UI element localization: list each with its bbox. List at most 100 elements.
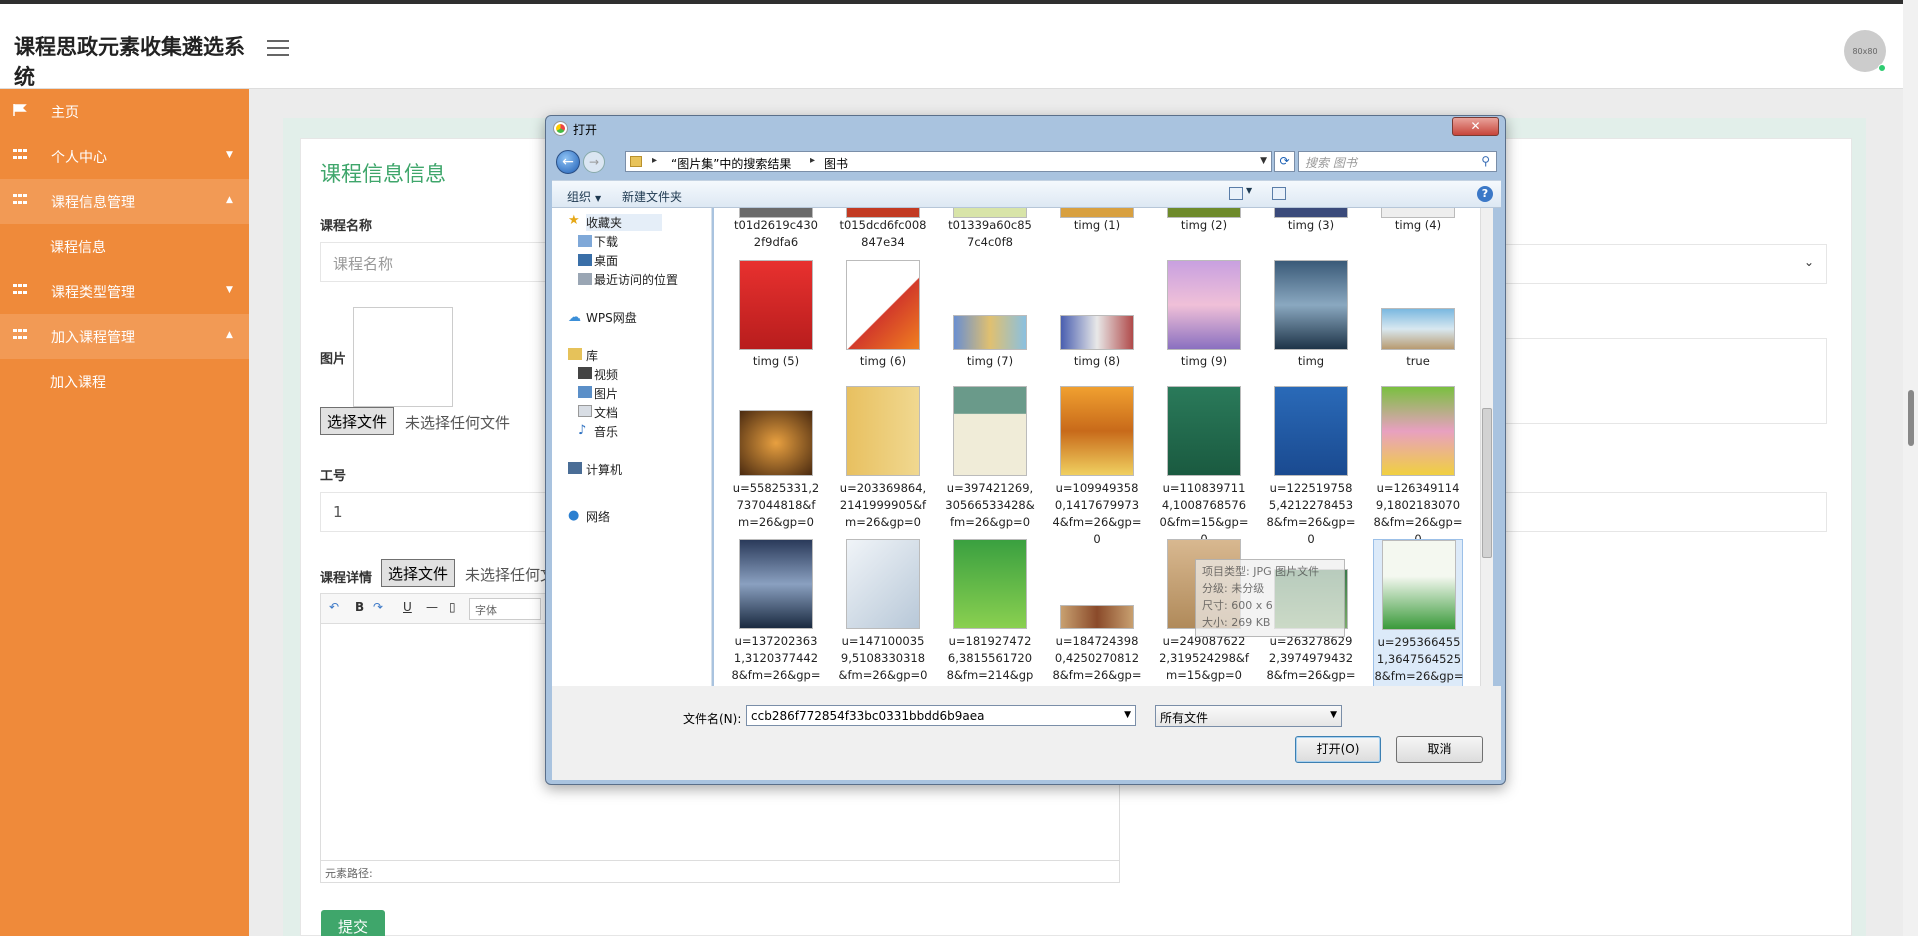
sidebar-item-join-course-management[interactable]: 加入课程管理 ▲ [0,314,249,359]
file-item[interactable]: t015dcd6fc008847e34 [838,208,928,252]
file-thumbnail [739,410,813,476]
sidebar: 主页 个人中心 ▼ 课程信息管理 ▲ 课程信息 课程类型管理 ▼ 加入课程管理 … [0,89,249,936]
new-folder-button[interactable]: 新建文件夹 [622,188,682,205]
nav-desktop[interactable]: 桌面 [594,252,618,269]
address-bar[interactable]: ▸ “图片集”中的搜索结果 ▸ 图书 ▼ [625,151,1272,172]
page-scrollbar[interactable] [1903,0,1918,936]
filename-input[interactable]: ccb286f772854f33bc0331bbdd6b9aea ▼ [746,705,1136,726]
nav-computer[interactable]: 计算机 [586,461,622,478]
file-item[interactable]: timg (9) [1159,260,1249,375]
file-item[interactable]: timg (7) [945,260,1035,375]
file-item[interactable]: u=1471000359,5108330318&fm=26&gp=0 [838,539,928,686]
choose-image-file-button[interactable]: 选择文件 [320,407,395,435]
caret-down-icon: ▼ [226,285,233,295]
job-id-label: 工号 [320,469,347,484]
file-thumbnail [846,386,920,476]
detail-file-status: 未选择任何文件 [465,566,555,584]
sidebar-item-course-type-management[interactable]: 课程类型管理 ▼ [0,269,249,314]
file-item[interactable]: timg (2) [1159,208,1249,252]
nav-videos[interactable]: 视频 [594,366,618,383]
search-input[interactable]: 搜索 图书 ⚲ [1298,151,1497,172]
refresh-icon[interactable]: ⟳ [1274,151,1295,172]
sidebar-subitem-course-info[interactable]: 课程信息 [0,224,249,268]
tooltip-line: 项目类型: JPG 图片文件 [1202,565,1320,578]
undo-icon[interactable]: ↶ [329,600,339,614]
file-item[interactable]: u=1372023631,31203774428&fm=26&gp=0 [731,539,821,686]
back-arrow-icon[interactable]: ← [556,150,580,174]
file-thumbnail [739,539,813,629]
view-dropdown-caret-icon[interactable]: ▼ [1246,186,1252,195]
file-item[interactable]: u=1819274726,38155617208&fm=214&gp=0 [945,539,1035,686]
file-item[interactable]: timg (8) [1052,260,1142,375]
page-scrollbar-thumb[interactable] [1908,390,1914,446]
file-item[interactable]: t01d2619c4302f9dfa6 [731,208,821,252]
filename-label: 文件名(N): [683,712,742,726]
file-thumbnail [1060,605,1134,629]
organize-button[interactable]: 组织 ▼ [567,188,601,205]
chevron-down-icon[interactable]: ▼ [1124,710,1131,720]
preview-pane-icon[interactable] [1272,187,1286,200]
file-item[interactable]: timg (1) [1052,208,1142,252]
redo-icon[interactable]: ↷ [373,600,383,614]
nav-music[interactable]: 音乐 [594,423,618,440]
file-item[interactable]: u=1108397114,10087685760&fm=15&gp=0 [1159,386,1249,546]
file-item[interactable]: t01339a60c857c4c0f8 [945,208,1035,252]
file-item-selected[interactable]: u=2953664551,36475645258&fm=26&gp=0 [1373,539,1464,686]
file-list-scrollbar[interactable] [1480,208,1493,686]
font-family-select[interactable]: 字体 [469,598,541,620]
nav-favorites[interactable]: 收藏夹 [586,214,663,231]
nav-downloads[interactable]: 下载 [594,233,618,250]
file-name: u=397421269,30566533428&fm=26&gp=0 [945,481,1035,529]
file-item[interactable]: u=1263491149,18021830708&fm=26&gp=0 [1373,386,1463,546]
file-item[interactable]: u=55825331,2737044818&fm=26&gp=0 [731,386,821,534]
view-mode-icon[interactable] [1229,187,1243,200]
file-item[interactable]: timg [1266,260,1356,375]
file-name: u=55825331,2737044818&fm=26&gp=0 [732,481,820,529]
library-icon [568,348,582,360]
filetype-select[interactable]: 所有文件 ▼ [1155,705,1342,727]
sidebar-item-course-info-management[interactable]: 课程信息管理 ▲ [0,179,249,224]
grid-icon [13,284,27,296]
forward-arrow-icon[interactable]: → [583,151,605,173]
file-name: u=1372023631,31203774428&fm=26&gp=0 [731,634,821,686]
help-icon[interactable]: ? [1477,186,1493,202]
file-item[interactable]: timg (6) [838,260,928,375]
sidebar-item-label: 主页 [51,105,79,121]
sidebar-item-home[interactable]: 主页 [0,89,249,134]
submit-button[interactable]: 提交 [321,910,385,936]
file-item[interactable]: timg (4) [1373,208,1463,252]
file-item[interactable]: u=1099493580,14176799734&fm=26&gp=0 [1052,386,1142,546]
nav-libraries[interactable]: 库 [586,347,598,364]
file-item[interactable]: u=203369864,2141999905&fm=26&gp=0 [838,386,928,534]
cancel-button[interactable]: 取消 [1396,736,1483,763]
menu-toggle-icon[interactable] [267,40,289,58]
document-icon[interactable]: ▯ [449,600,456,614]
choose-detail-file-button[interactable]: 选择文件 [381,559,456,587]
nav-documents[interactable]: 文档 [594,404,618,421]
file-list-scrollbar-thumb[interactable] [1482,408,1492,558]
file-item[interactable]: true [1373,260,1463,375]
nav-wps-cloud[interactable]: WPS网盘 [586,309,637,326]
file-name: timg (9) [1180,354,1228,368]
breadcrumb-search-results[interactable]: “图片集”中的搜索结果 [671,155,791,172]
file-name: timg (8) [1073,354,1121,368]
breadcrumb-books[interactable]: 图书 [824,155,848,172]
file-item[interactable]: u=397421269,30566533428&fm=26&gp=0 [945,386,1035,534]
horizontal-rule-icon[interactable]: — [426,600,438,614]
file-name: true [1406,354,1430,368]
nav-pictures[interactable]: 图片 [594,385,618,402]
file-item[interactable]: timg (3) [1266,208,1356,252]
underline-icon[interactable]: U [403,600,412,614]
file-item[interactable]: timg (5) [731,260,821,375]
file-item[interactable]: u=1847243980,42502708128&fm=26&gp=0 [1052,539,1142,686]
file-name: u=2953664551,36475645258&fm=26&gp=0 [1374,635,1464,683]
file-item[interactable]: u=1225197585,42122784538&fm=26&gp=0 [1266,386,1356,546]
nav-recent[interactable]: 最近访问的位置 [594,271,678,288]
sidebar-item-personal-center[interactable]: 个人中心 ▼ [0,134,249,179]
open-button[interactable]: 打开(O) [1295,736,1381,763]
sidebar-subitem-join-course[interactable]: 加入课程 [0,359,249,403]
bold-icon[interactable]: B [355,600,364,614]
chevron-down-icon[interactable]: ▼ [1260,156,1267,166]
close-button[interactable]: ✕ [1452,117,1499,136]
nav-network[interactable]: 网络 [586,508,610,525]
